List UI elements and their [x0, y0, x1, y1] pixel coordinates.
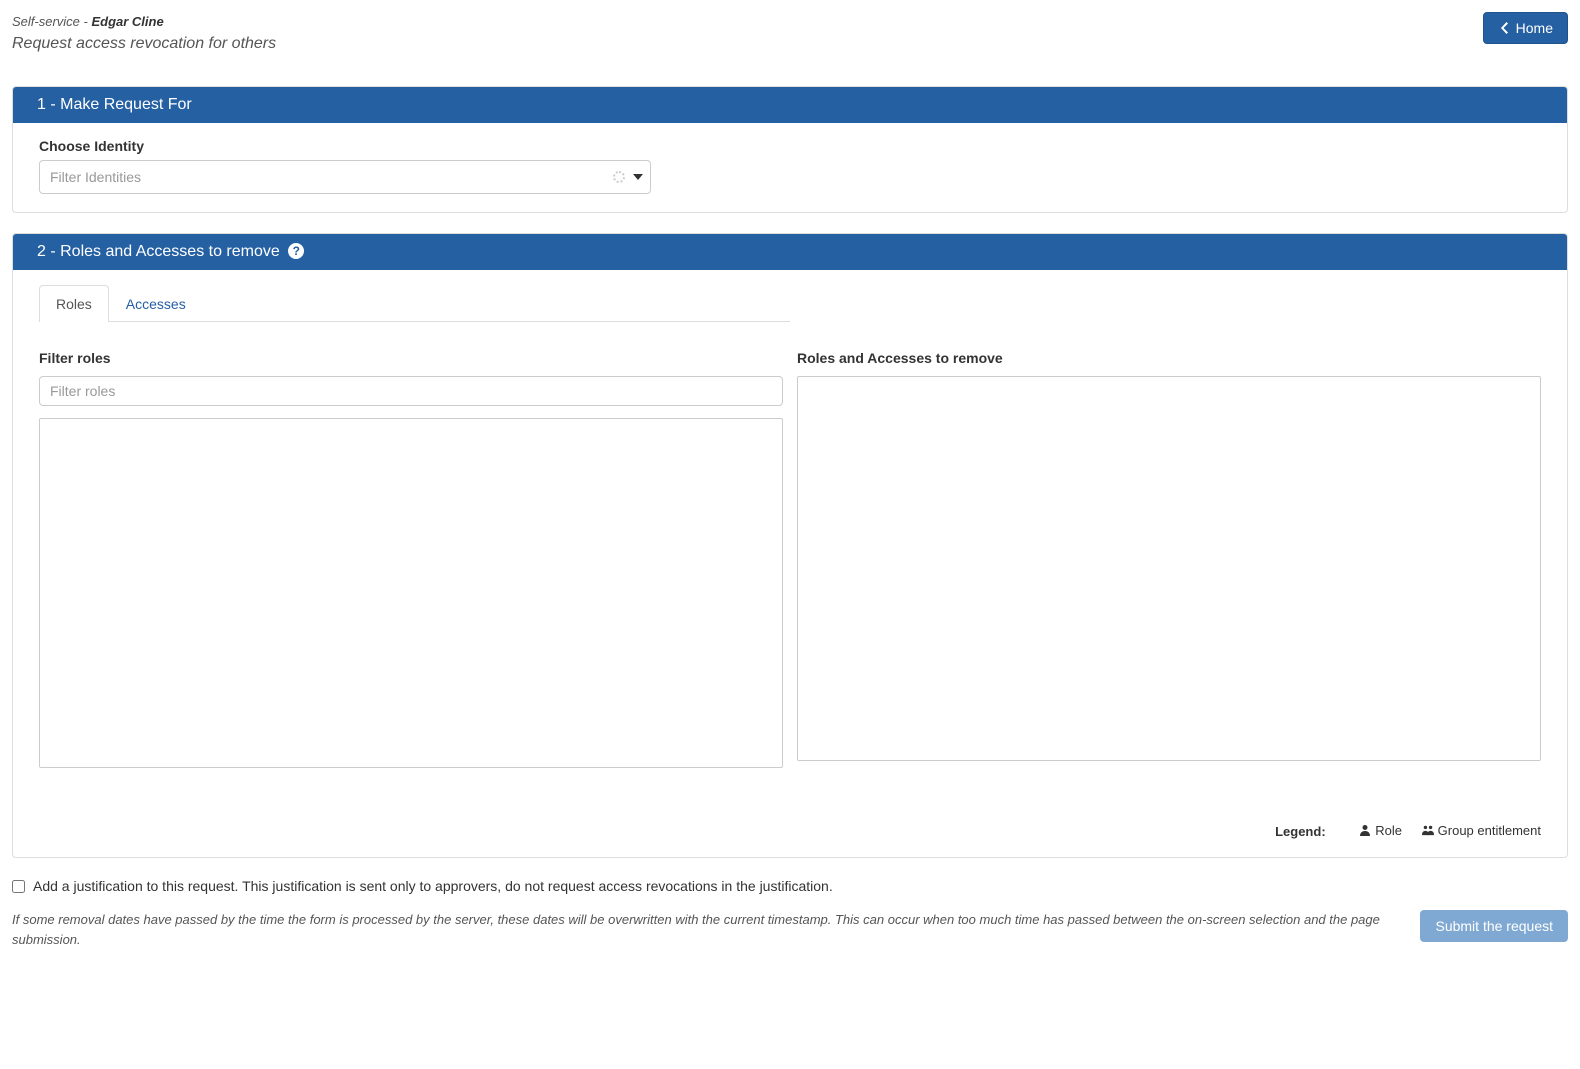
remove-list-label: Roles and Accesses to remove	[797, 350, 1541, 366]
help-icon[interactable]: ?	[288, 243, 304, 259]
section2-title: 2 - Roles and Accesses to remove	[37, 243, 284, 260]
tab-roles[interactable]: Roles	[39, 285, 109, 322]
panel-make-request-for: 1 - Make Request For Choose Identity Fil…	[12, 86, 1568, 213]
legend-role: Role	[1359, 823, 1402, 838]
section1-title: 1 - Make Request For	[13, 87, 1567, 123]
user-icon	[1359, 824, 1371, 836]
justification-checkbox[interactable]	[12, 880, 25, 893]
legend-group-text: Group entitlement	[1438, 823, 1541, 838]
selected-remove-listbox[interactable]	[797, 376, 1541, 761]
choose-identity-label: Choose Identity	[39, 138, 1541, 154]
legend-label: Legend:	[1275, 824, 1326, 839]
identity-select[interactable]: Filter Identities	[39, 160, 651, 194]
justification-label: Add a justification to this request. Thi…	[33, 878, 833, 894]
breadcrumb: Self-service - Edgar Cline Request acces…	[12, 12, 276, 56]
tab-accesses[interactable]: Accesses	[109, 285, 203, 322]
breadcrumb-prefix: Self-service -	[12, 14, 91, 29]
chevron-left-icon	[1498, 22, 1510, 34]
breadcrumb-user: Edgar Cline	[91, 14, 163, 29]
tab-accesses-label: Accesses	[126, 296, 186, 312]
available-roles-listbox[interactable]	[39, 418, 783, 768]
legend-group: Group entitlement	[1422, 823, 1541, 838]
submit-button[interactable]: Submit the request	[1420, 910, 1568, 942]
tab-roles-label: Roles	[56, 296, 92, 312]
submit-button-label: Submit the request	[1435, 918, 1553, 934]
page-title: Request access revocation for others	[12, 32, 276, 56]
filter-roles-input[interactable]	[39, 376, 783, 406]
legend-role-text: Role	[1375, 823, 1402, 838]
panel-roles-accesses: 2 - Roles and Accesses to remove ? Roles…	[12, 233, 1568, 859]
identity-select-placeholder: Filter Identities	[50, 169, 141, 185]
legend: Legend: Role Group entitlement	[39, 823, 1541, 840]
filter-roles-label: Filter roles	[39, 350, 783, 366]
home-button-label: Home	[1516, 20, 1553, 36]
home-button[interactable]: Home	[1483, 12, 1568, 44]
users-icon	[1422, 824, 1434, 836]
footer-note: If some removal dates have passed by the…	[12, 910, 1400, 949]
